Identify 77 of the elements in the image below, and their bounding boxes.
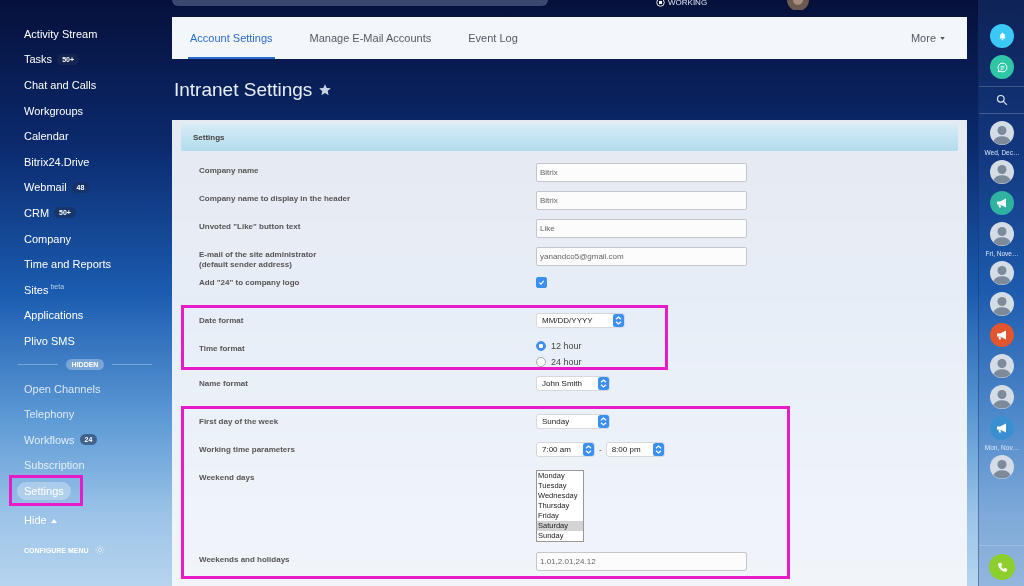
field-label: Weekend days	[198, 472, 256, 483]
field-label: Unvoted "Like" button text	[198, 221, 302, 232]
stepper-icon	[652, 443, 664, 456]
section-title: Settings	[193, 133, 225, 142]
field-label: Working time parameters	[198, 444, 296, 455]
avatar-icon[interactable]	[990, 121, 1014, 145]
field-label: Name format	[198, 378, 249, 389]
check-icon	[538, 279, 545, 286]
dropdown[interactable]: Sunday	[536, 414, 610, 429]
chat-icon	[996, 61, 1008, 73]
tab[interactable]: Event Log	[466, 17, 520, 59]
avatar-icon[interactable]	[990, 222, 1014, 246]
notifications-button[interactable]	[990, 24, 1014, 48]
tab[interactable]: Account Settings	[188, 17, 275, 59]
input-field[interactable]: Like	[536, 219, 747, 238]
field-label: Company name to display in the header	[198, 193, 352, 204]
sidebar-item[interactable]: Plivo SMS	[24, 334, 75, 347]
sidebar-item[interactable]: Applications	[24, 309, 84, 322]
chat-button[interactable]	[990, 55, 1014, 79]
field-label: Date format	[198, 315, 245, 326]
phone-icon	[996, 561, 1008, 573]
sidebar-item[interactable]: Bitrix24.Drive	[24, 155, 90, 168]
dropdown[interactable]: 7:00 am	[536, 442, 595, 457]
stepper-icon	[598, 377, 609, 390]
option-label: 24 hour	[551, 357, 582, 367]
input-field[interactable]: 1.01,2.01,24.12	[536, 552, 747, 571]
field-label: First day of the week	[198, 416, 280, 427]
sidebar-item[interactable]: Calendar	[24, 130, 69, 143]
input-field[interactable]: yanandco5@gmail.com	[536, 247, 747, 266]
radio-button[interactable]	[536, 357, 546, 367]
sidebar-item[interactable]: CRM	[24, 206, 50, 219]
search-icon[interactable]	[996, 94, 1008, 106]
more-menu[interactable]: More	[910, 17, 945, 59]
field-label: Add "24" to company logo	[198, 277, 301, 288]
megaphone-icon	[995, 330, 1009, 340]
megaphone-icon	[995, 423, 1009, 433]
sidebar-item[interactable]: Time and Reports	[24, 258, 112, 271]
sidebar-item[interactable]: Sites $^{beta}$	[24, 283, 65, 297]
option-label: 12 hour	[551, 341, 582, 351]
sidebar-item[interactable]: Workgroups	[24, 104, 84, 117]
sidebar-item[interactable]: Tasks	[24, 53, 53, 66]
sidebar-item[interactable]: Activity Stream	[24, 27, 98, 40]
field-label: E-mail of the site administrator (default sender address)	[198, 249, 318, 270]
stepper-icon	[583, 443, 594, 456]
megaphone-button[interactable]	[990, 323, 1014, 347]
sidebar-item[interactable]: Chat and Calls	[24, 79, 97, 91]
tab[interactable]: Manage E-Mail Accounts	[307, 17, 434, 59]
star-icon	[318, 82, 333, 97]
megaphone-icon	[995, 198, 1009, 208]
sidebar-item[interactable]: Webmail	[24, 181, 67, 194]
input-field[interactable]: Bitrix	[536, 191, 747, 210]
avatar-icon[interactable]	[990, 292, 1014, 316]
dropdown[interactable]: John Smith	[536, 376, 610, 391]
avatar-icon	[787, 0, 810, 10]
bell-icon	[998, 31, 1006, 41]
stop-icon	[656, 0, 665, 7]
stepper-icon	[598, 415, 609, 428]
field-label: Time format	[198, 343, 246, 354]
caret-icon	[50, 519, 57, 524]
avatar-icon[interactable]	[990, 261, 1014, 285]
megaphone-button[interactable]	[990, 191, 1014, 215]
field-label: Company name	[198, 165, 260, 176]
stepper-icon	[613, 314, 624, 327]
avatar-icon[interactable]	[990, 160, 1014, 184]
separator: -	[599, 445, 602, 454]
sidebar-item[interactable]: Company	[24, 232, 72, 245]
status-label: WORKING	[668, 0, 708, 7]
field-label: Weekends and holidays	[198, 554, 291, 565]
input-field[interactable]: Bitrix	[536, 163, 747, 182]
dropdown[interactable]: 8:00 pm	[605, 442, 665, 457]
dropdown[interactable]: MM/DD/YYYY	[536, 313, 625, 328]
checkbox[interactable]	[536, 277, 547, 288]
radio-button[interactable]	[536, 341, 546, 351]
search-field[interactable]	[172, 0, 548, 6]
page-title: Intranet Settings	[174, 78, 313, 101]
caret-icon	[940, 36, 945, 40]
settings-icon	[94, 545, 105, 556]
